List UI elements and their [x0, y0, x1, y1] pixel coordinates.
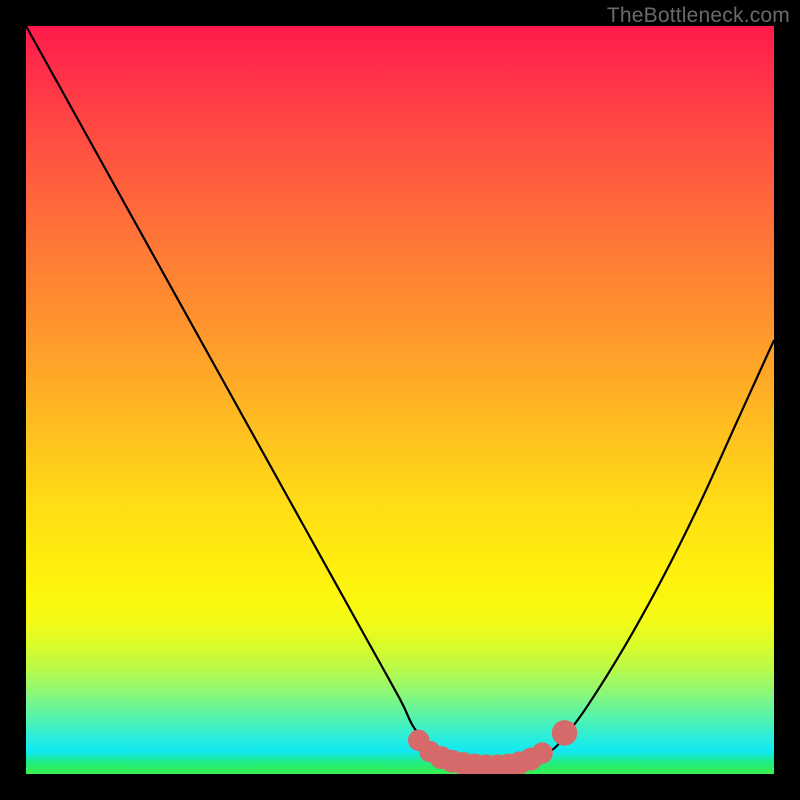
chart-markers [408, 720, 577, 774]
chart-marker [552, 720, 578, 746]
bottleneck-curve [26, 26, 774, 767]
chart-svg [26, 26, 774, 774]
chart-plot-area [26, 26, 774, 774]
chart-marker [531, 742, 552, 763]
watermark-text: TheBottleneck.com [607, 4, 790, 28]
chart-frame: TheBottleneck.com [0, 0, 800, 800]
